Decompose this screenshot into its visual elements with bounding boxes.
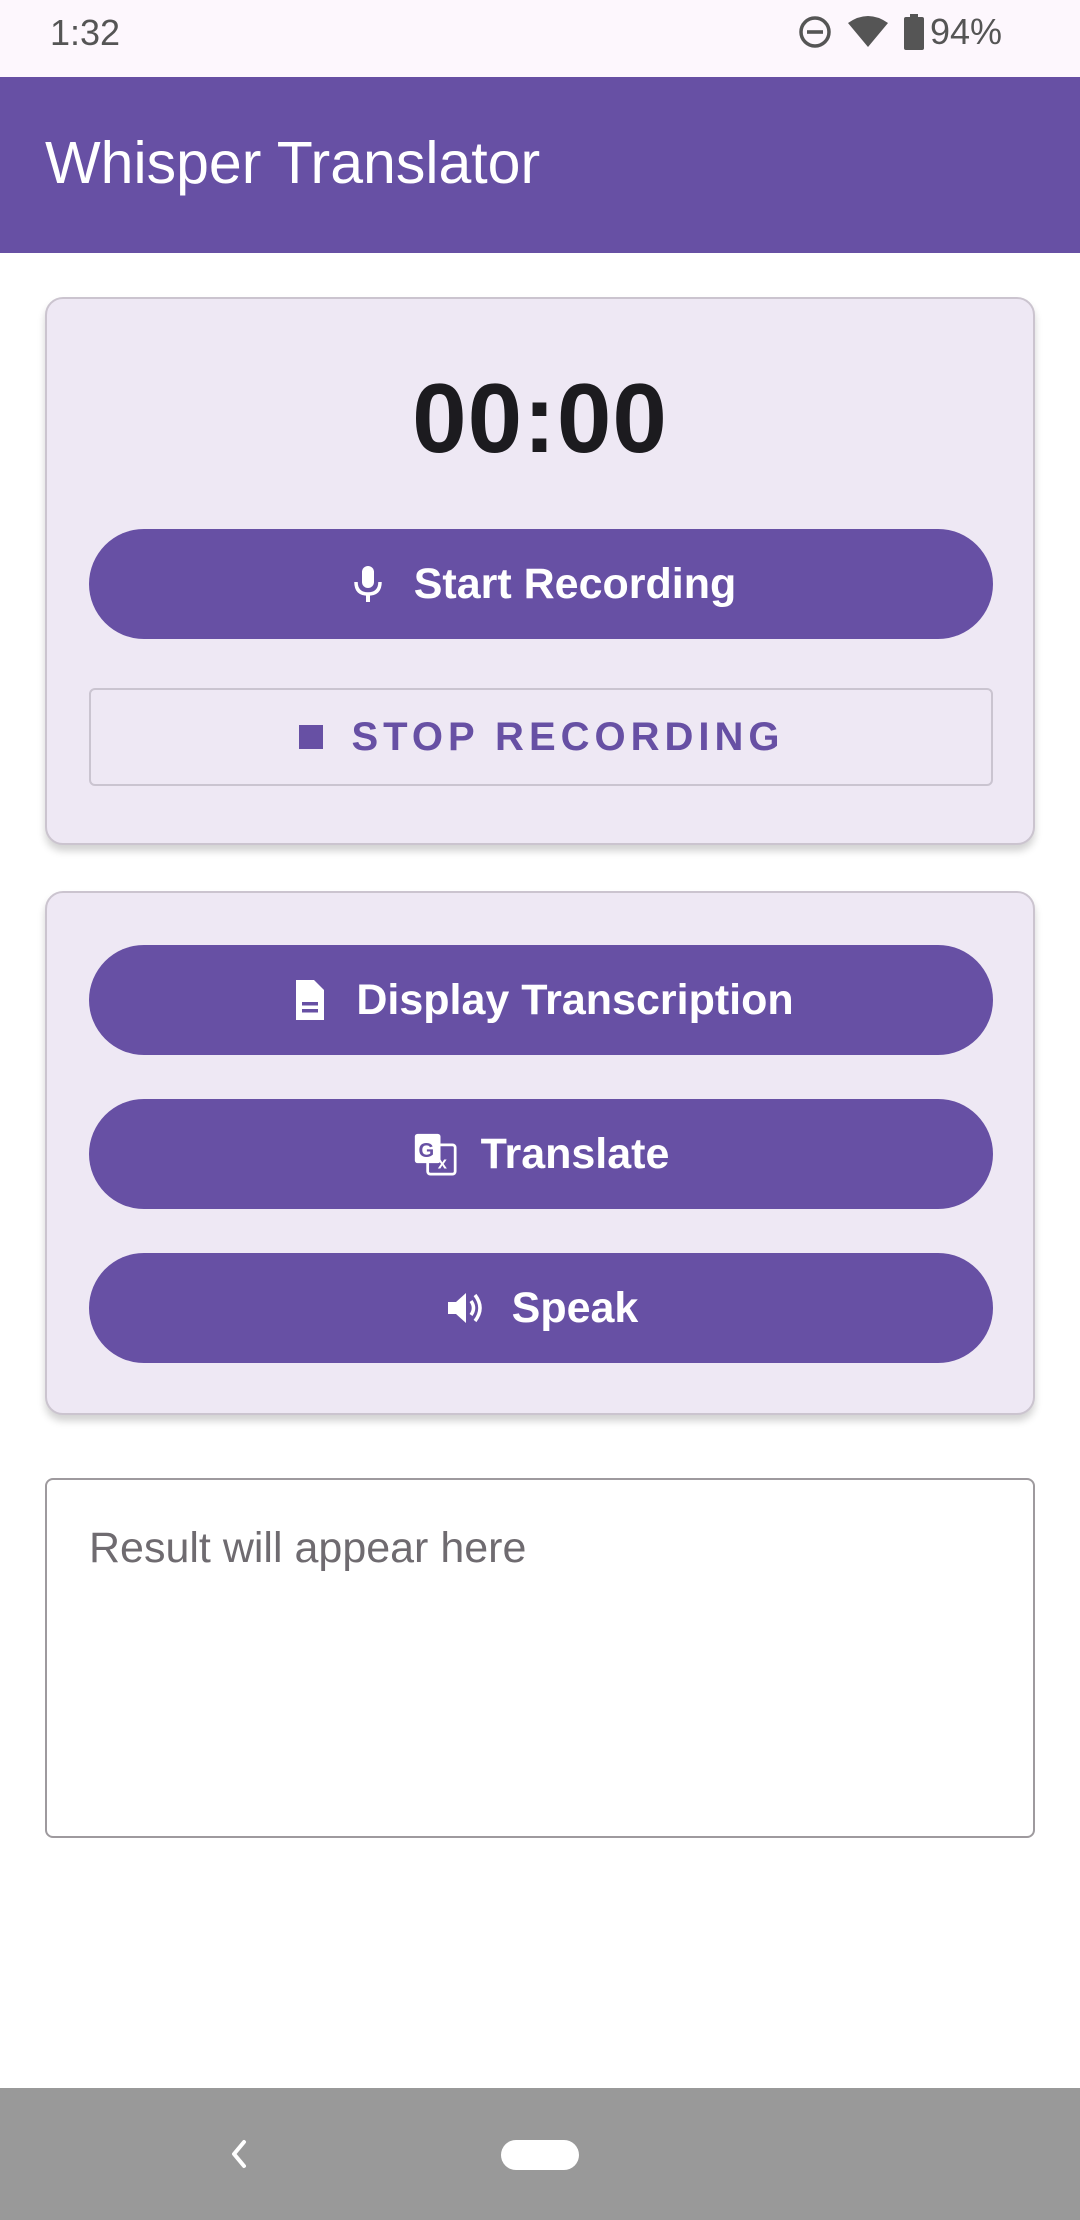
system-nav-bar <box>0 2088 1080 2220</box>
start-recording-label: Start Recording <box>413 559 737 608</box>
svg-text:G: G <box>418 1140 434 1162</box>
speak-button[interactable]: Speak <box>89 1253 993 1363</box>
result-output-field[interactable]: Result will appear here <box>45 1478 1035 1838</box>
display-transcription-label: Display Transcription <box>356 975 794 1024</box>
speaker-icon <box>447 1293 482 1323</box>
stop-recording-label: STOP RECORDING <box>351 714 785 759</box>
status-bar: 1:32 94% <box>0 0 1080 77</box>
start-recording-button[interactable]: Start Recording <box>89 529 993 639</box>
do-not-disturb-icon <box>799 16 831 48</box>
home-button[interactable] <box>501 2140 579 2170</box>
app-bar: Whisper Translator <box>0 77 1080 253</box>
translate-label: Translate <box>480 1129 670 1178</box>
translate-icon: G x <box>414 1133 457 1176</box>
result-placeholder: Result will appear here <box>89 1524 527 1572</box>
back-icon[interactable] <box>224 2134 254 2174</box>
mic-icon <box>353 566 382 602</box>
stop-icon <box>299 725 324 749</box>
status-icons: 94% <box>798 11 1002 52</box>
app-title: Whisper Translator <box>45 130 541 196</box>
display-transcription-button[interactable]: Display Transcription <box>89 945 993 1055</box>
stop-recording-button[interactable]: STOP RECORDING <box>89 688 993 786</box>
battery-icon <box>903 14 924 50</box>
recorder-card: 00:00 Start Recording STOP RECORDING <box>45 297 1035 845</box>
actions-card: Display Transcription G x Translate Spea… <box>45 891 1035 1415</box>
speak-label: Speak <box>511 1283 639 1332</box>
document-icon <box>296 980 325 1020</box>
recording-timer: 00:00 <box>412 363 668 473</box>
status-time: 1:32 <box>50 12 121 53</box>
battery-percent: 94% <box>929 11 1002 52</box>
translate-button[interactable]: G x Translate <box>89 1099 993 1209</box>
svg-text:x: x <box>437 1155 447 1173</box>
wifi-icon <box>847 16 888 47</box>
